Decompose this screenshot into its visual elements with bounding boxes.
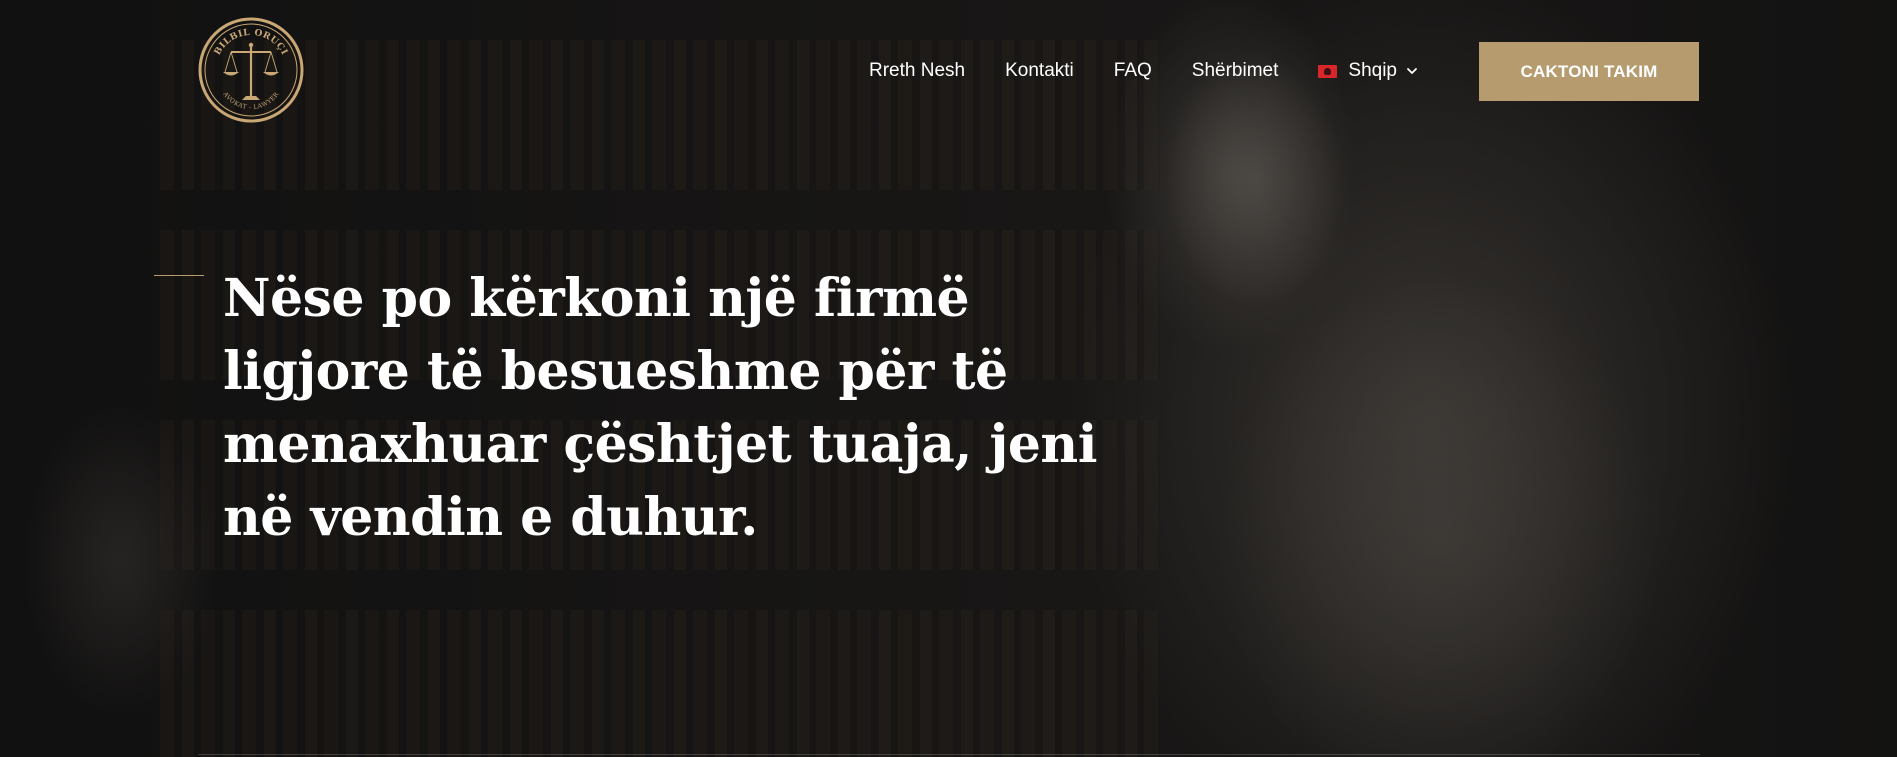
scales-of-justice-icon: BILBIL ORUÇI AVOKAT - LAWYER <box>198 17 304 123</box>
nav-item-kontakti[interactable]: Kontakti <box>1005 58 1074 84</box>
language-switcher[interactable]: Shqip <box>1318 58 1419 84</box>
albanian-flag-icon <box>1318 64 1338 78</box>
nav-item-faq[interactable]: FAQ <box>1114 58 1152 84</box>
main-nav: Rreth Nesh Kontakti FAQ Shërbimet Shqip <box>869 58 1419 84</box>
chevron-down-icon <box>1407 68 1417 74</box>
book-appointment-button[interactable]: CAKTONI TAKIM <box>1479 42 1699 101</box>
section-divider <box>198 754 1700 755</box>
hero-headline: Nëse po kërkoni një firmë ligjore të bes… <box>223 268 1097 548</box>
logo-link[interactable]: BILBIL ORUÇI AVOKAT - LAWYER <box>198 16 304 124</box>
accent-divider <box>154 275 204 276</box>
nav-item-rreth-nesh[interactable]: Rreth Nesh <box>869 58 965 84</box>
language-label: Shqip <box>1348 60 1397 81</box>
nav-item-sherbimet[interactable]: Shërbimet <box>1192 58 1279 84</box>
